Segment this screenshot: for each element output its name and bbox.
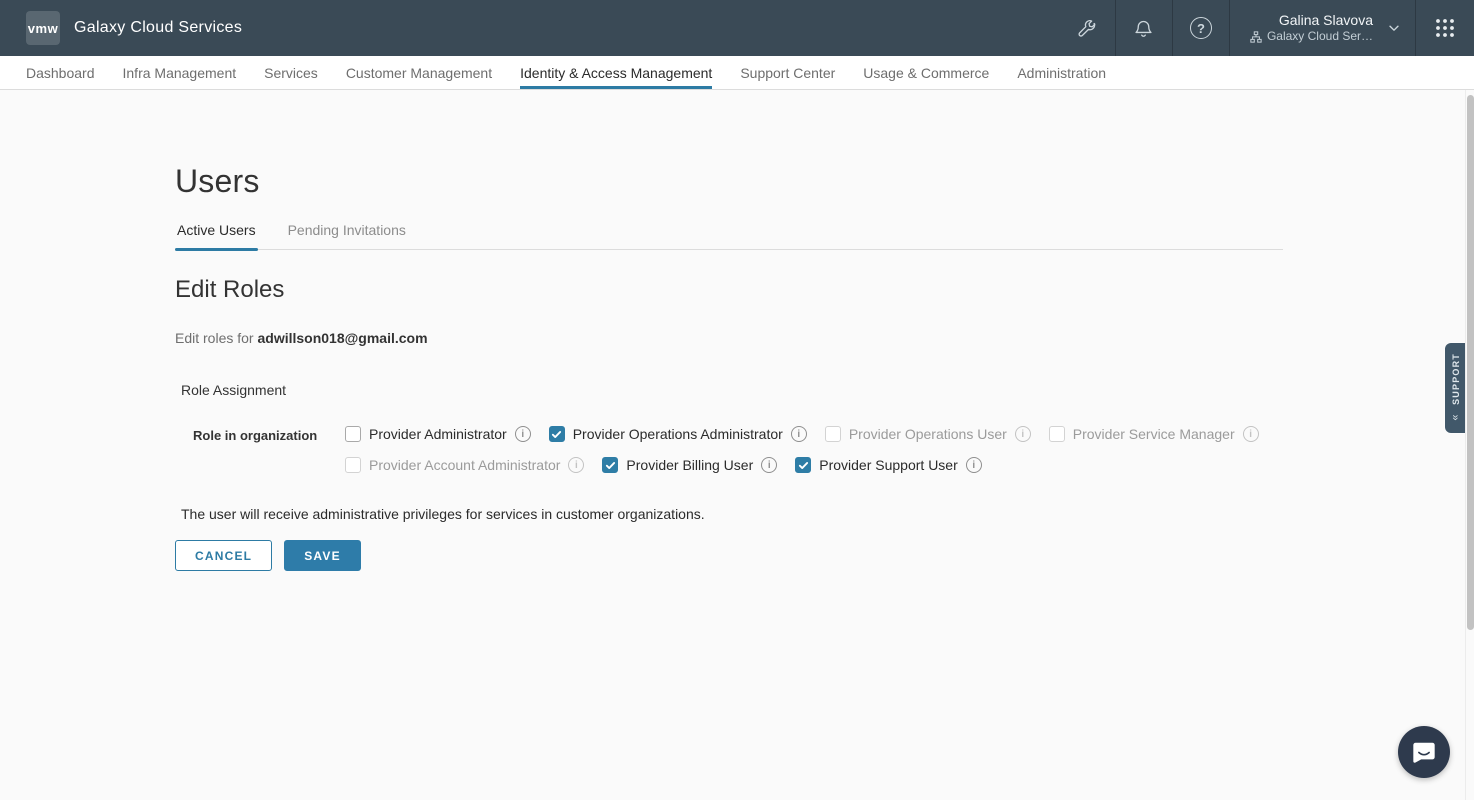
role-label: Provider Support User	[819, 457, 958, 473]
checkbox-provider-administrator[interactable]	[345, 426, 361, 442]
chat-bubble-icon	[1411, 739, 1437, 765]
vmw-logo[interactable]: vmw	[26, 11, 60, 45]
support-tab[interactable]: SUPPORT «	[1445, 343, 1467, 433]
user-name: Galina Slavova	[1279, 11, 1373, 29]
role-item-provider-billing-user[interactable]: Provider Billing User i	[602, 457, 777, 473]
user-texts: Galina Slavova Galaxy Cloud Ser…	[1250, 11, 1373, 45]
nav-tab-dashboard[interactable]: Dashboard	[26, 56, 95, 89]
users-tabs: Active Users Pending Invitations	[175, 222, 1283, 250]
role-item-provider-operations-administrator[interactable]: Provider Operations Administrator i	[549, 426, 807, 442]
role-item-provider-service-manager: Provider Service Manager i	[1049, 426, 1259, 442]
nav-tab-identity-access-management[interactable]: Identity & Access Management	[520, 56, 712, 89]
nav-tab-support-center[interactable]: Support Center	[740, 56, 835, 89]
wrench-icon	[1076, 18, 1097, 39]
user-email: adwillson018@gmail.com	[257, 330, 427, 346]
wrench-button[interactable]	[1059, 0, 1115, 56]
nav-tab-services[interactable]: Services	[264, 56, 318, 89]
info-icon[interactable]: i	[1243, 426, 1259, 442]
screen: vmw Galaxy Cloud Services	[0, 0, 1474, 800]
collapse-icon: «	[1451, 414, 1462, 420]
page-title: Users	[175, 90, 1474, 200]
info-icon[interactable]: i	[966, 457, 982, 473]
role-item-provider-support-user[interactable]: Provider Support User i	[795, 457, 982, 473]
role-label: Provider Administrator	[369, 426, 507, 442]
role-group-label: Role in organization	[193, 426, 345, 488]
nav-tab-infra-management[interactable]: Infra Management	[123, 56, 237, 89]
role-row: Provider AdministratoriProvider Operatio…	[345, 426, 1474, 442]
org-tree-icon	[1250, 31, 1262, 43]
role-item-provider-account-administrator: Provider Account Administrator i	[345, 457, 584, 473]
nav-tab-customer-management[interactable]: Customer Management	[346, 56, 492, 89]
subtitle-prefix: Edit roles for	[175, 330, 254, 346]
app-launcher-button[interactable]	[1416, 0, 1474, 56]
primary-nav: Dashboard Infra Management Services Custome…	[0, 56, 1474, 90]
privileges-note: The user will receive administrative pri…	[181, 506, 1474, 522]
checkbox-provider-account-administrator	[345, 457, 361, 473]
role-form: Role in organization Provider Administra…	[175, 426, 1474, 488]
tab-active-users[interactable]: Active Users	[175, 222, 258, 249]
checkbox-provider-support-user[interactable]	[795, 457, 811, 473]
checkbox-provider-operations-user	[825, 426, 841, 442]
role-label: Provider Account Administrator	[369, 457, 560, 473]
scrollbar-thumb[interactable]	[1467, 95, 1474, 630]
role-item-provider-administrator[interactable]: Provider Administrator i	[345, 426, 531, 442]
cancel-button[interactable]: CANCEL	[175, 540, 272, 571]
info-icon[interactable]: i	[1015, 426, 1031, 442]
scrollbar[interactable]	[1465, 90, 1474, 800]
role-label: Provider Service Manager	[1073, 426, 1235, 442]
role-item-provider-operations-user: Provider Operations User i	[825, 426, 1031, 442]
role-label: Provider Operations User	[849, 426, 1007, 442]
app-header: vmw Galaxy Cloud Services	[0, 0, 1474, 56]
checkbox-provider-billing-user[interactable]	[602, 457, 618, 473]
user-org-name: Galaxy Cloud Ser…	[1267, 29, 1373, 45]
role-rows: Provider AdministratoriProvider Operatio…	[345, 426, 1474, 488]
vmw-logo-text: vmw	[28, 21, 58, 36]
content: Users Active Users Pending Invitations Ed…	[0, 90, 1474, 800]
help-button[interactable]: ?	[1173, 0, 1229, 56]
chevron-down-icon	[1387, 21, 1401, 35]
role-assignment-label: Role Assignment	[181, 382, 1474, 398]
chat-launcher-button[interactable]	[1398, 726, 1450, 778]
nav-tab-usage-commerce[interactable]: Usage & Commerce	[863, 56, 989, 89]
support-tab-label: SUPPORT	[1451, 353, 1461, 405]
user-org-line: Galaxy Cloud Ser…	[1250, 29, 1373, 45]
section-title: Edit Roles	[175, 276, 1474, 304]
checkbox-provider-service-manager	[1049, 426, 1065, 442]
notifications-button[interactable]	[1116, 0, 1172, 56]
app-grid-icon	[1435, 18, 1455, 38]
button-row: CANCEL SAVE	[175, 540, 1474, 571]
app-title: Galaxy Cloud Services	[74, 19, 242, 37]
role-label: Provider Operations Administrator	[573, 426, 783, 442]
help-icon: ?	[1190, 17, 1212, 39]
info-icon[interactable]: i	[515, 426, 531, 442]
save-button[interactable]: SAVE	[284, 540, 361, 571]
edit-roles-subtitle: Edit roles for adwillson018@gmail.com	[175, 330, 1474, 346]
info-icon[interactable]: i	[568, 457, 584, 473]
bell-icon	[1133, 18, 1154, 39]
role-label: Provider Billing User	[626, 457, 753, 473]
tab-pending-invitations[interactable]: Pending Invitations	[286, 222, 408, 249]
info-icon[interactable]: i	[791, 426, 807, 442]
info-icon[interactable]: i	[761, 457, 777, 473]
user-menu[interactable]: Galina Slavova Galaxy Cloud Ser…	[1230, 0, 1415, 56]
header-right: ? Galina Slavova	[1059, 0, 1474, 56]
nav-tab-administration[interactable]: Administration	[1017, 56, 1106, 89]
checkbox-provider-operations-administrator[interactable]	[549, 426, 565, 442]
role-row: Provider Account AdministratoriProvider …	[345, 457, 1474, 473]
